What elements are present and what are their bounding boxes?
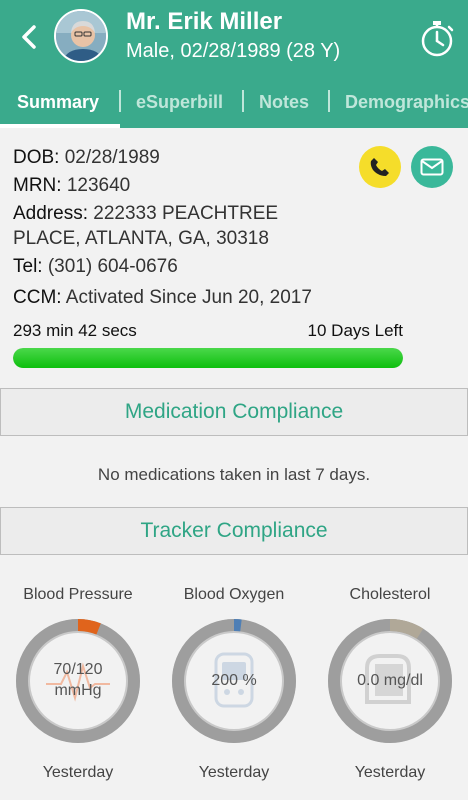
ccm-value: Activated Since Jun 20, 2017: [65, 287, 312, 308]
address-row: Address: 222333 PEACHTREE: [13, 203, 278, 225]
tracker-blood-oxygen[interactable]: Blood Oxygen 200 % Yesterday: [156, 586, 312, 782]
tracker-timestamp: Yesterday: [354, 764, 426, 781]
tracker-cholesterol[interactable]: Cholesterol 0.0 mg/dl Yesterday: [312, 586, 468, 782]
cholesterol-gauge: 0.0 mg/dl: [325, 616, 455, 746]
mail-icon: [420, 158, 444, 176]
dob-label: DOB:: [13, 147, 60, 168]
tracker-label: Cholesterol: [349, 586, 431, 603]
tab-demographics[interactable]: Demographics: [345, 78, 468, 128]
mrn-value: 123640: [66, 175, 131, 196]
ccm-days-left: 10 Days Left: [307, 321, 403, 340]
ccm-progress-bar: [13, 348, 403, 368]
tab-summary[interactable]: Summary: [17, 78, 99, 128]
avatar-icon: [56, 11, 106, 61]
email-button[interactable]: [411, 146, 453, 188]
back-arrow-icon: [22, 25, 36, 49]
address-line2: PLACE, ATLANTA, GA, 30318: [13, 228, 269, 249]
call-button[interactable]: [359, 146, 401, 188]
tab-notes[interactable]: Notes: [259, 78, 309, 128]
app-header: Mr. Erik Miller Male, 02/28/1989 (28 Y): [0, 0, 468, 78]
ccm-row: CCM: Activated Since Jun 20, 2017: [13, 287, 312, 309]
ccm-label: CCM:: [13, 287, 62, 308]
blood-oxygen-gauge: 200 %: [169, 616, 299, 746]
patient-avatar: [54, 9, 108, 63]
tab-bar: Summary eSuperbill Notes Demographics: [0, 78, 468, 128]
patient-demographic-summary: Male, 02/28/1989 (28 Y): [126, 40, 341, 62]
address-line1: 222333 PEACHTREE: [93, 203, 279, 224]
tab-divider: [328, 90, 330, 112]
dob-value: 02/28/1989: [64, 147, 160, 168]
address-label: Address:: [13, 203, 88, 224]
blood-pressure-value: 70/120 mmHg: [53, 661, 103, 699]
ccm-elapsed-time: 293 min 42 secs: [13, 321, 137, 340]
back-button[interactable]: [14, 20, 44, 54]
medication-compliance-header[interactable]: Medication Compliance: [0, 388, 468, 436]
tab-divider: [119, 90, 121, 112]
tel-label: Tel:: [13, 256, 43, 277]
tracker-label: Blood Pressure: [23, 586, 133, 603]
patient-name: Mr. Erik Miller: [126, 8, 283, 35]
tracker-timestamp: Yesterday: [198, 764, 270, 781]
tab-esuperbill[interactable]: eSuperbill: [136, 78, 223, 128]
medication-empty-message: No medications taken in last 7 days.: [97, 465, 371, 484]
tracker-label: Blood Oxygen: [183, 586, 285, 603]
mrn-label: MRN:: [13, 175, 62, 196]
dob-row: DOB: 02/28/1989: [13, 147, 160, 169]
tel-value: (301) 604-0676: [47, 256, 178, 277]
ccm-progress-fill: [13, 348, 403, 368]
tab-divider: [242, 90, 244, 112]
active-tab-indicator: [0, 124, 120, 128]
phone-icon: [370, 158, 389, 176]
tel-row: Tel: (301) 604-0676: [13, 256, 178, 278]
stopwatch-icon: [421, 21, 454, 57]
cholesterol-value: 0.0 mg/dl: [357, 671, 423, 689]
tracker-timestamp: Yesterday: [42, 764, 114, 781]
tracker-blood-pressure[interactable]: Blood Pressure 70/120 mmHg Yesterday: [0, 586, 156, 782]
blood-oxygen-value: 200 %: [211, 671, 257, 689]
mrn-row: MRN: 123640: [13, 175, 130, 197]
stopwatch-button[interactable]: [418, 18, 456, 58]
tracker-compliance-header[interactable]: Tracker Compliance: [0, 507, 468, 555]
blood-pressure-gauge: 70/120 mmHg: [13, 616, 143, 746]
